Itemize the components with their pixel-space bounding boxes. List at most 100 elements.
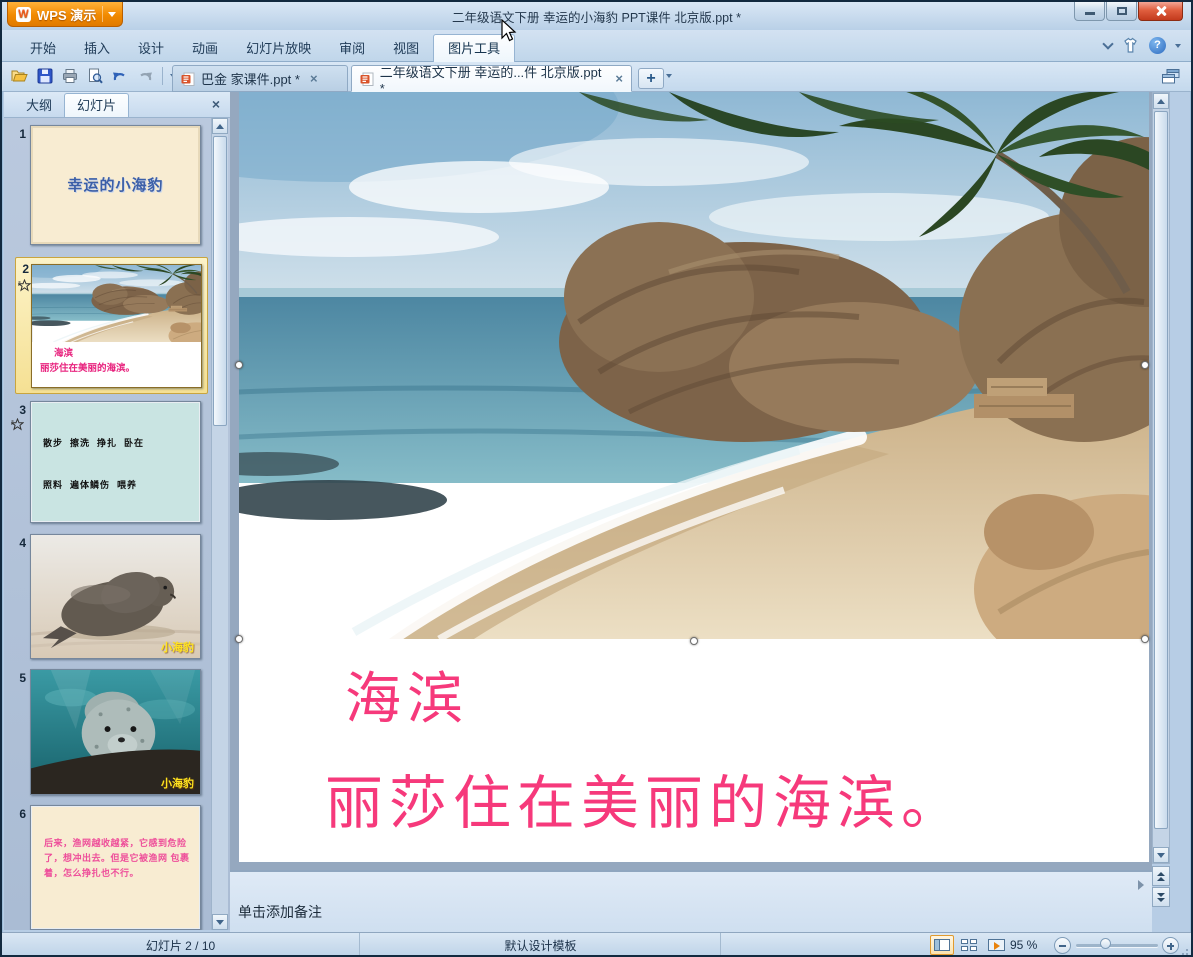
slide-sorter-view-button[interactable] (957, 935, 981, 955)
skin-tshirt-icon[interactable] (1121, 37, 1140, 54)
animation-star-icon (11, 418, 24, 431)
slide-thumbnail-6[interactable]: 后来，渔网越收越紧，它感到危险了，想冲出去。但是它被渔网 包裹着，怎么挣扎也不行… (30, 805, 201, 930)
thumb-2-body: 丽莎住在美丽的海滨。 (40, 363, 136, 374)
slide-thumbnail-4[interactable]: 小海豹 (30, 534, 201, 659)
slide-thumbnail-5[interactable]: 小海豹 (30, 669, 201, 795)
selection-handle-bottom-center[interactable] (690, 637, 698, 645)
notes-expand-icon[interactable] (1138, 880, 1144, 890)
close-icon (1155, 5, 1167, 17)
main-vertical-scrollbar[interactable] (1152, 92, 1170, 864)
zoom-in-button[interactable] (1162, 937, 1179, 954)
resize-grip[interactable] (1180, 947, 1188, 955)
beach-picture-selected[interactable] (239, 92, 1149, 639)
selection-handle-bottom-right[interactable] (1141, 635, 1149, 643)
ppt-file-icon (360, 72, 374, 86)
notes-placeholder[interactable]: 单击添加备注 (238, 902, 322, 922)
slide-thumbnail-list: 1 幸运的小海豹 2 海滨 丽莎住在美丽的海滨。 3 散步 擦洗 挣扎 卧在 照… (4, 118, 230, 930)
animation-star-icon (18, 279, 31, 292)
scroll-down-button[interactable] (212, 914, 228, 930)
slide-body-text[interactable]: 丽莎住在美丽的海滨。 (325, 756, 965, 840)
slide-canvas[interactable]: 海滨 丽莎住在美丽的海滨。 (235, 92, 1149, 862)
window-switch-icon[interactable] (1161, 68, 1181, 90)
redo-icon[interactable] (135, 66, 155, 86)
thumb-2-content[interactable]: 海滨 丽莎住在美丽的海滨。 (31, 264, 202, 388)
slide-number: 1 (19, 127, 26, 141)
slide-sorter-icon (961, 939, 977, 951)
document-tab-1-label: 巴金 家课件.ppt * (201, 72, 300, 87)
design-template-name[interactable]: 默认设计模板 (504, 937, 576, 954)
slide-number: 6 (19, 807, 26, 821)
document-tab-1[interactable]: 巴金 家课件.ppt * × (172, 65, 348, 92)
next-slide-button[interactable] (1152, 887, 1170, 907)
arrow-up-icon (1157, 98, 1165, 104)
normal-view-button[interactable] (930, 935, 954, 955)
slide-indicator: 幻灯片 2 / 10 (145, 938, 216, 953)
thumb-6-text: 后来，渔网越收越紧，它感到危险了，想冲出去。但是它被渔网 包裹着，怎么挣扎也不行… (44, 838, 190, 878)
notes-pane[interactable]: 单击添加备注 (230, 870, 1152, 932)
previous-slide-button[interactable] (1152, 866, 1170, 886)
document-tab-2-close-icon[interactable]: × (611, 71, 623, 86)
wps-presentation-window: W WPS 演示 二年级语文下册 幸运的小海豹 PPT课件 北京版.ppt * … (0, 0, 1193, 957)
panel-tab-bar: 大纲 幻灯片 × (4, 92, 230, 118)
selection-handle-bottom-left[interactable] (235, 635, 243, 643)
ribbon-tab-home[interactable]: 开始 (16, 36, 70, 62)
maximize-button[interactable] (1106, 2, 1137, 21)
collapse-ribbon-chevron-icon[interactable] (1102, 37, 1114, 50)
ribbon-tab-review[interactable]: 审阅 (325, 36, 379, 62)
document-tab-2[interactable]: 二年级语文下册 幸运的...件 北京版.ppt * × (351, 65, 632, 96)
normal-view-icon (934, 939, 950, 951)
print-icon[interactable] (60, 66, 80, 86)
ribbon-tab-animation[interactable]: 动画 (178, 36, 232, 62)
zoom-level: 95 % (1010, 938, 1038, 952)
help-button[interactable]: ? (1149, 37, 1166, 54)
scrollbar-thumb[interactable] (1154, 111, 1168, 829)
zoom-slider-thumb[interactable] (1100, 938, 1111, 949)
window-title: 二年级语文下册 幸运的小海豹 PPT课件 北京版.ppt * (452, 11, 741, 25)
minimize-icon (1085, 12, 1095, 15)
close-button[interactable] (1138, 2, 1183, 21)
undo-icon[interactable] (110, 66, 130, 86)
status-bar: 幻灯片 2 / 10 默认设计模板 95 % (2, 932, 1191, 955)
scroll-up-button[interactable] (212, 118, 228, 134)
slide-navigation-buttons (1152, 866, 1170, 908)
document-tab-1-close-icon[interactable]: × (306, 71, 318, 86)
arrow-down-icon (216, 919, 224, 925)
zoom-out-button[interactable] (1054, 937, 1071, 954)
arrow-up-icon (216, 123, 224, 129)
mouse-cursor (501, 19, 517, 42)
zoom-slider-track[interactable] (1076, 944, 1158, 947)
scroll-up-button[interactable] (1153, 93, 1169, 109)
ribbon-tab-design[interactable]: 设计 (124, 36, 178, 62)
panel-close-icon[interactable]: × (212, 96, 220, 112)
new-tab-dropdown-icon[interactable] (666, 74, 672, 78)
slide-heading-text[interactable]: 海滨 (345, 654, 469, 735)
ribbon-tab-bar: 开始 插入 设计 动画 幻灯片放映 审阅 视图 图片工具 ? (2, 30, 1191, 62)
slideshow-button[interactable] (984, 935, 1008, 955)
print-preview-icon[interactable] (85, 66, 105, 86)
maximize-icon (1117, 7, 1127, 15)
tab-outline[interactable]: 大纲 (14, 95, 64, 117)
slide-thumbnail-2-selected[interactable]: 2 海滨 丽莎住在美丽的海滨。 (15, 257, 208, 394)
minimize-button[interactable] (1074, 2, 1105, 21)
save-icon[interactable] (35, 66, 55, 86)
new-document-tab-button[interactable]: + (638, 68, 664, 89)
thumbnail-scrollbar[interactable] (211, 118, 228, 930)
ribbon-tab-view[interactable]: 视图 (379, 36, 433, 62)
slide-thumbnail-1[interactable]: 幸运的小海豹 (30, 125, 201, 245)
slide-editing-area: 海滨 丽莎住在美丽的海滨。 (230, 92, 1152, 870)
quick-toolbar-row: 巴金 家课件.ppt * × 二年级语文下册 幸运的...件 北京版.ppt *… (2, 62, 1191, 96)
tab-slides[interactable]: 幻灯片 (64, 93, 130, 117)
ppt-file-icon (181, 72, 195, 86)
scroll-down-button[interactable] (1153, 847, 1169, 863)
ribbon-tab-slideshow[interactable]: 幻灯片放映 (232, 36, 325, 62)
ribbon-tab-insert[interactable]: 插入 (70, 36, 124, 62)
selection-handle-left[interactable] (235, 361, 243, 369)
thumb-3-row: 照料 遍体鳞伤 喂养 (43, 480, 138, 490)
slide-thumbnail-3[interactable]: 散步 擦洗 挣扎 卧在 照料 遍体鳞伤 喂养 恢复 救起 依依不舍 感谢 恩人 (30, 401, 201, 523)
selection-handle-right[interactable] (1141, 361, 1149, 369)
toolbar-divider (162, 67, 163, 85)
more-options-dropdown-icon[interactable] (1175, 43, 1181, 48)
slide-number: 2 (22, 262, 29, 276)
open-file-icon[interactable] (10, 66, 30, 86)
scrollbar-thumb[interactable] (213, 136, 227, 426)
